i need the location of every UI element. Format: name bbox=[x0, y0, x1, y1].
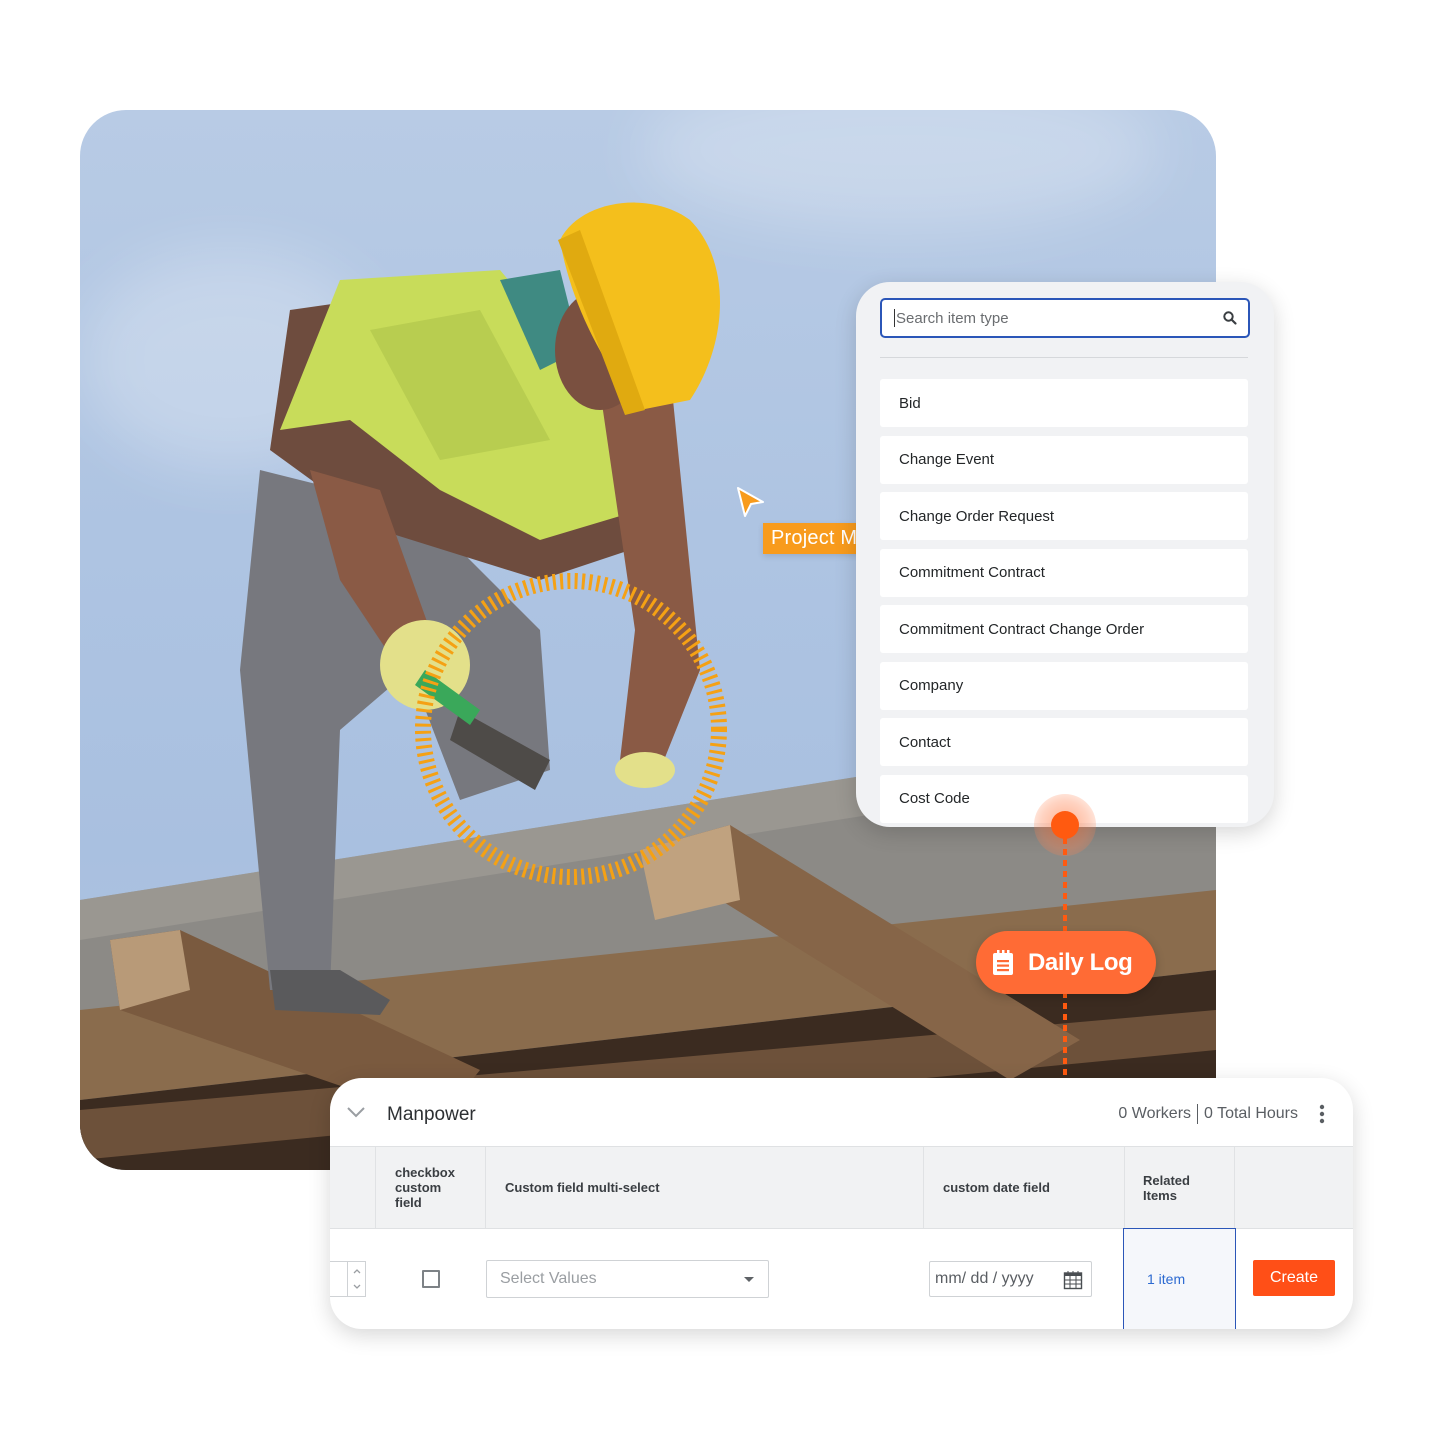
summary-separator bbox=[1197, 1104, 1199, 1124]
date-placeholder: mm/ dd / yyyy bbox=[935, 1270, 1034, 1287]
daily-log-label: Daily Log bbox=[1028, 948, 1133, 976]
caret-down-icon bbox=[744, 1277, 754, 1282]
cursor-arrow-icon bbox=[737, 487, 764, 517]
column-header-actions bbox=[1234, 1147, 1353, 1228]
list-item-change-order-request[interactable]: Change Order Request bbox=[880, 492, 1248, 540]
list-item-bid[interactable]: Bid bbox=[880, 379, 1248, 427]
related-items-link[interactable]: 1 item bbox=[1123, 1228, 1236, 1329]
pulse-dot bbox=[1051, 811, 1079, 839]
stepper-buttons bbox=[347, 1262, 365, 1296]
workers-count: 0 Workers bbox=[1118, 1105, 1192, 1122]
chevron-down-icon[interactable] bbox=[346, 1106, 366, 1118]
table-header: checkbox custom field Custom field multi… bbox=[330, 1146, 1353, 1229]
dashed-circle bbox=[415, 573, 727, 885]
clipboard-icon bbox=[993, 949, 1013, 975]
multiselect-dropdown[interactable]: Select Values bbox=[486, 1260, 769, 1298]
manpower-card: Manpower 0 Workers 0 Total Hours checkbo… bbox=[330, 1078, 1353, 1329]
custom-field-checkbox[interactable] bbox=[422, 1270, 440, 1288]
focus-ring bbox=[415, 573, 727, 885]
column-header-checkbox: checkbox custom field bbox=[375, 1147, 485, 1228]
text-caret bbox=[894, 309, 895, 327]
column-header-date: custom date field bbox=[923, 1147, 1124, 1228]
list-item-commitment-contract-change-order[interactable]: Commitment Contract Change Order bbox=[880, 605, 1248, 653]
total-hours: 0 Total Hours bbox=[1204, 1105, 1298, 1122]
divider bbox=[880, 357, 1248, 358]
number-stepper[interactable] bbox=[330, 1261, 366, 1297]
chevron-up-icon[interactable] bbox=[352, 1267, 362, 1275]
calendar-icon[interactable] bbox=[1063, 1270, 1083, 1290]
date-input[interactable]: mm/ dd / yyyy bbox=[929, 1261, 1092, 1297]
daily-log-badge: Daily Log bbox=[976, 931, 1156, 994]
column-header-related-items: Related Items bbox=[1124, 1147, 1234, 1228]
list-item-company[interactable]: Company bbox=[880, 661, 1248, 710]
list-item-commitment-contract[interactable]: Commitment Contract bbox=[880, 548, 1248, 597]
multiselect-placeholder: Select Values bbox=[500, 1270, 597, 1287]
table-row: Select Values mm/ dd / yyyy 1 item Creat… bbox=[330, 1228, 1353, 1329]
item-type-list: Bid Change Event Change Order Request Co… bbox=[880, 379, 1248, 827]
more-vertical-icon[interactable] bbox=[1319, 1104, 1325, 1124]
section-title: Manpower bbox=[387, 1104, 476, 1125]
list-item-contact[interactable]: Contact bbox=[880, 718, 1248, 766]
item-type-picker: Bid Change Event Change Order Request Co… bbox=[856, 282, 1274, 827]
manpower-header: Manpower 0 Workers 0 Total Hours bbox=[330, 1078, 1353, 1146]
search-box[interactable] bbox=[880, 298, 1250, 338]
manpower-summary: 0 Workers 0 Total Hours bbox=[1118, 1104, 1298, 1124]
column-header-multiselect: Custom field multi-select bbox=[485, 1147, 923, 1228]
search-icon[interactable] bbox=[1222, 310, 1238, 326]
list-item-change-event[interactable]: Change Event bbox=[880, 435, 1248, 484]
search-input[interactable] bbox=[896, 309, 1222, 327]
create-button[interactable]: Create bbox=[1253, 1260, 1335, 1296]
chevron-down-icon[interactable] bbox=[352, 1283, 362, 1291]
